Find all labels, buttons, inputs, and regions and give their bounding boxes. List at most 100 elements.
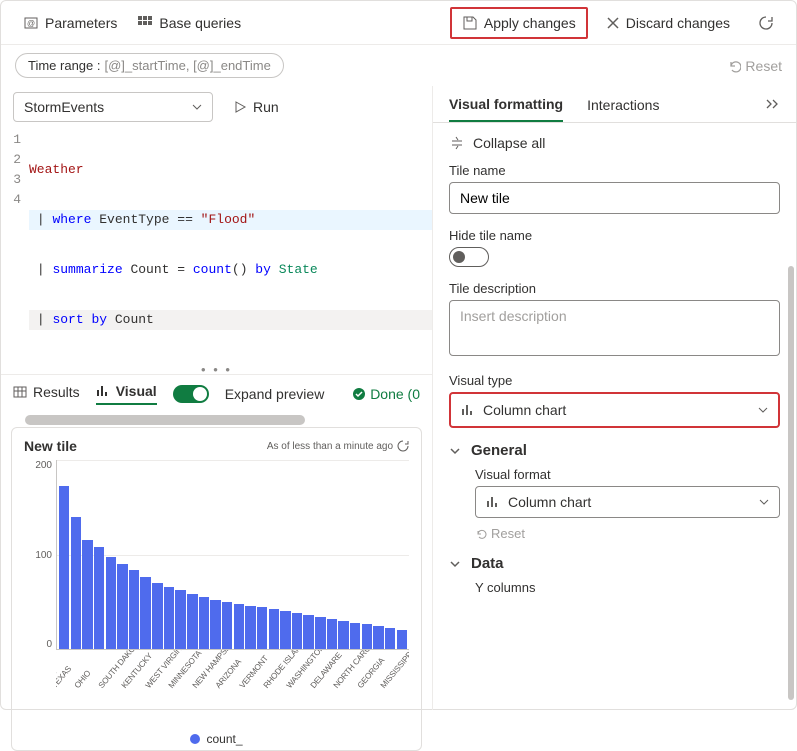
refresh-icon — [758, 15, 774, 31]
tile-desc-input[interactable] — [449, 300, 780, 356]
bar — [199, 597, 209, 649]
bar — [362, 624, 372, 649]
y-tick: 0 — [46, 639, 52, 650]
asof-text: As of less than a minute ago — [267, 441, 393, 452]
line-number: 1 — [1, 130, 21, 150]
tab-results-label: Results — [33, 384, 80, 400]
close-icon — [606, 16, 620, 30]
tab-results[interactable]: Results — [13, 384, 80, 404]
drag-handle[interactable]: • • • — [1, 362, 432, 374]
datasource-select[interactable]: StormEvents — [13, 92, 213, 122]
chevron-down-icon — [449, 445, 461, 457]
refresh-small-icon[interactable] — [397, 440, 409, 452]
bar — [222, 602, 232, 649]
bar — [152, 583, 162, 649]
tab-visual[interactable]: Visual — [96, 383, 157, 405]
code-body[interactable]: Weather | where EventType == "Flood" | s… — [29, 130, 432, 360]
data-label: Data — [471, 555, 504, 572]
save-icon — [462, 15, 478, 31]
chevron-down-icon — [758, 405, 768, 415]
time-range-value: [@]_startTime, [@]_endTime — [105, 58, 271, 73]
visual-type-select[interactable]: Column chart — [449, 392, 780, 428]
column-chart: 200 100 0 — [24, 460, 409, 650]
hide-tile-toggle[interactable] — [449, 247, 489, 267]
bar — [303, 615, 313, 649]
y-tick: 200 — [35, 460, 52, 471]
expand-preview-toggle[interactable] — [173, 385, 209, 403]
tab-interactions[interactable]: Interactions — [587, 97, 659, 121]
tile-title: New tile — [24, 438, 77, 454]
reset-button[interactable]: Reset — [727, 58, 782, 74]
time-range-chip[interactable]: Time range : [@]_startTime, [@]_endTime — [15, 53, 284, 78]
svg-text:@: @ — [27, 19, 35, 28]
parameters-button[interactable]: @ Parameters — [13, 9, 127, 37]
chart-legend: count_ — [24, 730, 409, 746]
apply-changes-label: Apply changes — [484, 15, 576, 31]
reset-label: Reset — [745, 58, 782, 74]
bar — [94, 547, 104, 649]
bar — [338, 621, 348, 649]
hide-tile-label: Hide tile name — [449, 228, 780, 243]
chevron-down-icon — [449, 558, 461, 570]
bar — [71, 517, 81, 649]
column-chart-icon — [486, 495, 500, 509]
grid-icon — [137, 15, 153, 31]
run-label: Run — [253, 99, 279, 115]
visual-type-value: Column chart — [483, 402, 566, 418]
base-queries-label: Base queries — [159, 15, 241, 31]
collapse-all-icon — [449, 135, 465, 151]
visual-type-label: Visual type — [449, 373, 780, 388]
y-tick: 100 — [35, 550, 52, 561]
undo-icon — [727, 59, 741, 73]
y-axis: 200 100 0 — [24, 460, 56, 650]
parameters-icon: @ — [23, 15, 39, 31]
bar — [269, 609, 279, 649]
chevrons-right-icon[interactable] — [764, 96, 780, 112]
undo-icon — [475, 528, 487, 540]
bar — [164, 587, 174, 649]
reset-visual-format[interactable]: Reset — [475, 522, 780, 541]
code-token: Weather — [29, 162, 84, 177]
section-general[interactable]: General — [449, 442, 780, 459]
bar — [59, 486, 69, 649]
tile-timestamp: As of less than a minute ago — [267, 440, 409, 452]
apply-changes-button[interactable]: Apply changes — [450, 7, 588, 39]
bar — [373, 626, 383, 649]
collapse-all-label: Collapse all — [473, 135, 545, 151]
discard-changes-button[interactable]: Discard changes — [596, 9, 740, 37]
bar — [187, 594, 197, 649]
x-axis: IOWATEXASOHIOSOUTH DAKOTAKENTUCKYWEST VI… — [56, 650, 409, 730]
bar — [397, 630, 407, 649]
query-editor[interactable]: 1 2 3 4 Weather | where EventType == "Fl… — [1, 128, 432, 362]
bar — [327, 619, 337, 649]
chart-icon — [96, 384, 110, 398]
section-data[interactable]: Data — [449, 555, 780, 572]
done-label: Done (0 — [370, 386, 420, 402]
bar — [315, 617, 325, 649]
line-number: 4 — [1, 190, 21, 210]
run-button[interactable]: Run — [223, 93, 289, 121]
bar — [245, 606, 255, 649]
visual-format-select[interactable]: Column chart — [475, 486, 780, 518]
collapse-all-button[interactable]: Collapse all — [449, 135, 780, 151]
top-toolbar: @ Parameters Base queries Apply changes … — [1, 1, 796, 45]
datasource-value: StormEvents — [24, 99, 104, 115]
general-label: General — [471, 442, 527, 459]
reset-label: Reset — [491, 526, 525, 541]
vertical-scrollbar[interactable] — [788, 266, 794, 700]
refresh-button[interactable] — [748, 9, 784, 37]
base-queries-button[interactable]: Base queries — [127, 9, 251, 37]
bar — [350, 623, 360, 649]
column-chart-icon — [461, 403, 475, 417]
parameters-label: Parameters — [45, 15, 117, 31]
bar — [280, 611, 290, 649]
bar — [210, 600, 220, 649]
time-range-label: Time range : — [28, 58, 101, 73]
line-number: 2 — [1, 150, 21, 170]
legend-dot — [190, 734, 200, 744]
bar — [106, 557, 116, 649]
status-done: Done (0 — [352, 386, 420, 402]
tab-visual-formatting[interactable]: Visual formatting — [449, 96, 563, 122]
tile-name-input[interactable] — [449, 182, 780, 214]
discard-changes-label: Discard changes — [626, 15, 730, 31]
